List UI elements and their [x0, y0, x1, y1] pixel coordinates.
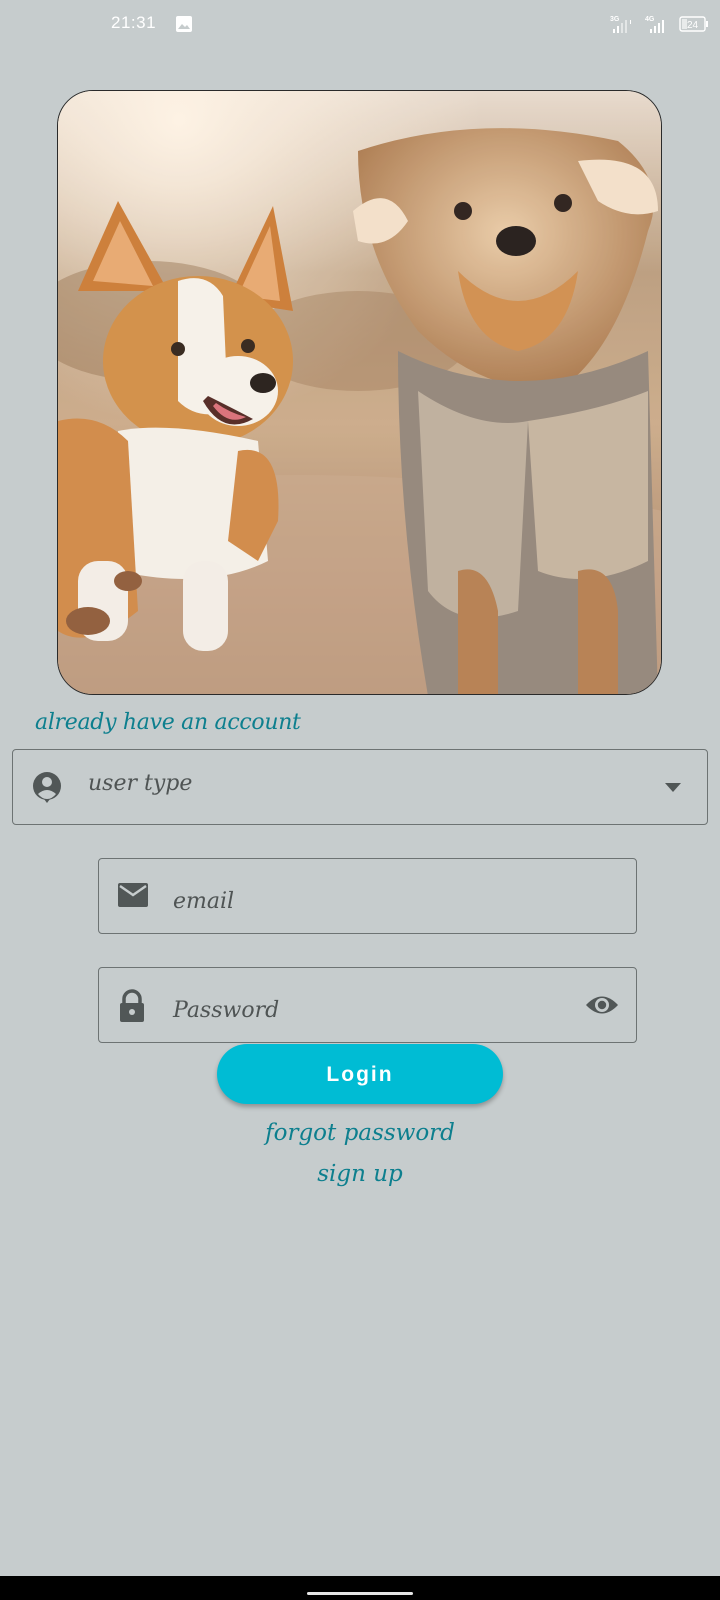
hero-image [57, 90, 662, 695]
account-circle-icon [33, 772, 61, 803]
home-gesture-handle[interactable] [307, 1592, 413, 1595]
already-have-account-heading: already have an account [35, 710, 301, 735]
navigation-bar [0, 1576, 720, 1600]
eye-icon[interactable] [585, 992, 619, 1018]
user-type-dropdown[interactable]: user type [12, 749, 708, 825]
password-field[interactable]: Password [98, 967, 637, 1043]
email-field[interactable]: email [98, 858, 637, 934]
image-icon [176, 16, 192, 32]
chevron-down-icon [665, 783, 681, 792]
two-dogs-photo [58, 91, 661, 694]
battery-icon: 24 [679, 16, 708, 32]
login-button[interactable]: Login [217, 1044, 503, 1104]
network-4g-label: 4G [645, 16, 655, 23]
sign-up-link[interactable]: sign up [0, 1161, 720, 1187]
mail-icon [118, 883, 148, 907]
network-3g-label: 3G [610, 16, 620, 23]
lock-icon [120, 989, 144, 1022]
signal-3g-icon: 3G [610, 16, 631, 33]
forgot-password-link[interactable]: forgot password [0, 1120, 720, 1146]
signal-4g-icon: 4G [645, 16, 664, 33]
email-placeholder: email [173, 889, 235, 914]
password-placeholder: Password [173, 998, 280, 1023]
battery-level: 24 [687, 20, 699, 31]
status-bar: 21:31 3G 4G 24 [0, 0, 720, 50]
user-type-value: user type [88, 771, 193, 796]
status-time: 21:31 [111, 13, 157, 32]
